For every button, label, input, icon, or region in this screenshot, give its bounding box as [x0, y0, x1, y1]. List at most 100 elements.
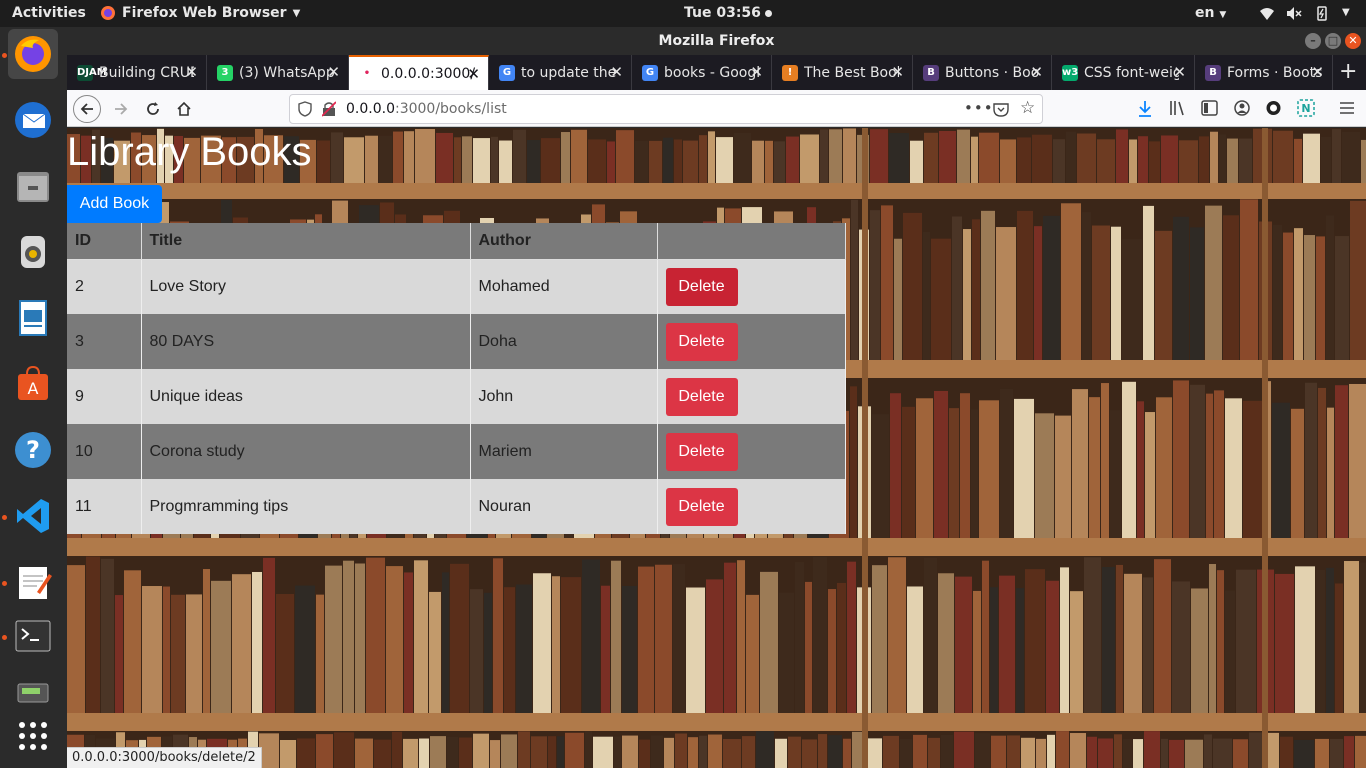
book-spine — [317, 140, 330, 183]
book-spine — [527, 140, 540, 183]
book-spine — [1316, 569, 1325, 713]
book-spine — [1295, 566, 1315, 713]
dock-writer[interactable] — [8, 293, 58, 343]
activities-button[interactable]: Activities — [12, 5, 86, 21]
dock-terminal[interactable] — [8, 611, 58, 661]
account-icon[interactable] — [1234, 100, 1250, 116]
tab-close-icon[interactable]: ✕ — [1311, 63, 1324, 81]
dock-app-grid[interactable] — [8, 711, 58, 761]
tab-close-icon[interactable]: ✕ — [750, 63, 763, 81]
sidebar-icon[interactable] — [1201, 100, 1218, 116]
minimize-icon[interactable]: – — [1305, 33, 1321, 49]
language-indicator[interactable]: en ▼ — [1195, 5, 1226, 21]
book-spine — [1315, 738, 1329, 768]
book-spine — [459, 737, 472, 768]
dock-thunderbird[interactable] — [8, 95, 58, 145]
window-titlebar[interactable]: Mozilla Firefox – □ ✕ — [67, 27, 1366, 55]
column-header-author: Author — [470, 223, 658, 260]
dock-text-editor[interactable] — [8, 557, 58, 607]
browser-tab[interactable]: Gto update the ✕ — [489, 55, 632, 90]
tab-close-icon[interactable]: ✕ — [467, 65, 480, 83]
close-window-icon[interactable]: ✕ — [1345, 33, 1361, 49]
system-menu-chevron-icon[interactable]: ▼ — [1342, 7, 1350, 18]
book-spine — [124, 570, 141, 713]
shield-icon[interactable] — [298, 101, 312, 117]
dock-vscode[interactable] — [8, 491, 58, 541]
browser-tab[interactable]: w3 CSS font-weight✕ — [1052, 55, 1195, 90]
bookmark-star-icon[interactable]: ☆ — [1020, 98, 1035, 118]
book-spine — [883, 735, 899, 768]
library-icon[interactable] — [1169, 100, 1187, 116]
app-menu[interactable]: Firefox Web Browser ▼ — [100, 5, 300, 21]
book-spine — [252, 571, 262, 713]
delete-button[interactable]: Delete — [665, 322, 738, 361]
browser-tab[interactable]: Gbooks - Google ✕ — [632, 55, 772, 90]
tab-close-icon[interactable]: ✕ — [185, 63, 198, 81]
tab-favicon-icon: G — [499, 64, 515, 81]
tab-close-icon[interactable]: ✕ — [610, 63, 623, 81]
downloads-icon[interactable] — [1137, 100, 1153, 118]
book-spine — [1335, 385, 1348, 538]
browser-tab[interactable]: • 0.0.0.0:3000/✕ — [349, 55, 489, 90]
book-spine — [263, 557, 275, 713]
tab-close-icon[interactable]: ✕ — [891, 63, 904, 81]
book-spine — [828, 589, 836, 713]
dock-software[interactable]: A — [8, 359, 58, 409]
book-spine — [903, 212, 922, 360]
new-tab-icon[interactable]: + — [1339, 59, 1357, 84]
volume-muted-icon[interactable] — [1286, 6, 1302, 21]
pocket-icon[interactable] — [993, 102, 1009, 117]
battery-icon[interactable] — [1314, 6, 1330, 21]
delete-button[interactable]: Delete — [665, 377, 738, 416]
book-spine — [1227, 138, 1238, 183]
add-book-button[interactable]: Add Book — [67, 185, 162, 223]
book-spine — [355, 563, 365, 713]
reload-button[interactable] — [139, 95, 167, 123]
book-spine — [379, 135, 392, 183]
browser-tab[interactable]: 3 (3) WhatsApp ✕ — [207, 55, 349, 90]
delete-button[interactable]: Delete — [665, 267, 738, 306]
book-spine — [447, 737, 458, 768]
dock-help[interactable]: ? — [8, 425, 58, 475]
tab-close-icon[interactable]: ✕ — [1173, 63, 1186, 81]
home-button[interactable] — [170, 95, 198, 123]
browser-tab[interactable]: DJAM Building CRUD ✕ — [67, 55, 207, 90]
extension-n-icon[interactable]: N — [1297, 99, 1315, 117]
book-spine — [963, 229, 971, 360]
book-spine — [1318, 387, 1326, 538]
browser-tab[interactable]: B Forms · Bootstrap✕ — [1195, 55, 1333, 90]
back-button[interactable] — [73, 95, 101, 123]
book-spine — [913, 734, 927, 768]
clock[interactable]: Tue 03:56 — [684, 5, 772, 21]
browser-tab[interactable]: B Buttons · Bootstrap✕ — [913, 55, 1052, 90]
dock-rhythmbox[interactable] — [8, 227, 58, 277]
tab-favicon-icon: • — [363, 67, 371, 79]
book-spine — [907, 586, 923, 713]
delete-button[interactable]: Delete — [665, 432, 738, 471]
book-spine — [1344, 561, 1359, 713]
dock-firefox[interactable] — [8, 29, 58, 79]
insecure-lock-icon[interactable] — [322, 101, 336, 117]
book-spine — [392, 731, 402, 768]
book-spine — [366, 557, 385, 713]
maximize-icon[interactable]: □ — [1325, 33, 1341, 49]
tab-close-icon[interactable]: ✕ — [1030, 63, 1043, 81]
menu-hamburger-icon[interactable] — [1339, 101, 1355, 115]
browser-tab[interactable]: ! The Best Books✕ — [772, 55, 913, 90]
forward-button[interactable] — [107, 95, 135, 123]
delete-button[interactable]: Delete — [665, 487, 738, 526]
tab-close-icon[interactable]: ✕ — [327, 63, 340, 81]
tab-favicon-icon: 3 — [217, 64, 233, 81]
actions-cell: Delete — [657, 314, 846, 369]
wifi-icon[interactable] — [1259, 6, 1275, 21]
url-bar[interactable]: 0.0.0.0:3000/books/list ••• ☆ — [289, 94, 1043, 124]
book-id: 2 — [67, 259, 142, 314]
dock-disk[interactable] — [8, 667, 58, 717]
page-actions-icon[interactable]: ••• — [964, 99, 994, 117]
book-spine — [565, 732, 584, 768]
book-spine — [533, 573, 551, 713]
disk-icon — [17, 683, 49, 703]
extension-icon[interactable] — [1265, 100, 1282, 116]
book-spine — [593, 736, 613, 768]
dock-files[interactable] — [8, 161, 58, 211]
